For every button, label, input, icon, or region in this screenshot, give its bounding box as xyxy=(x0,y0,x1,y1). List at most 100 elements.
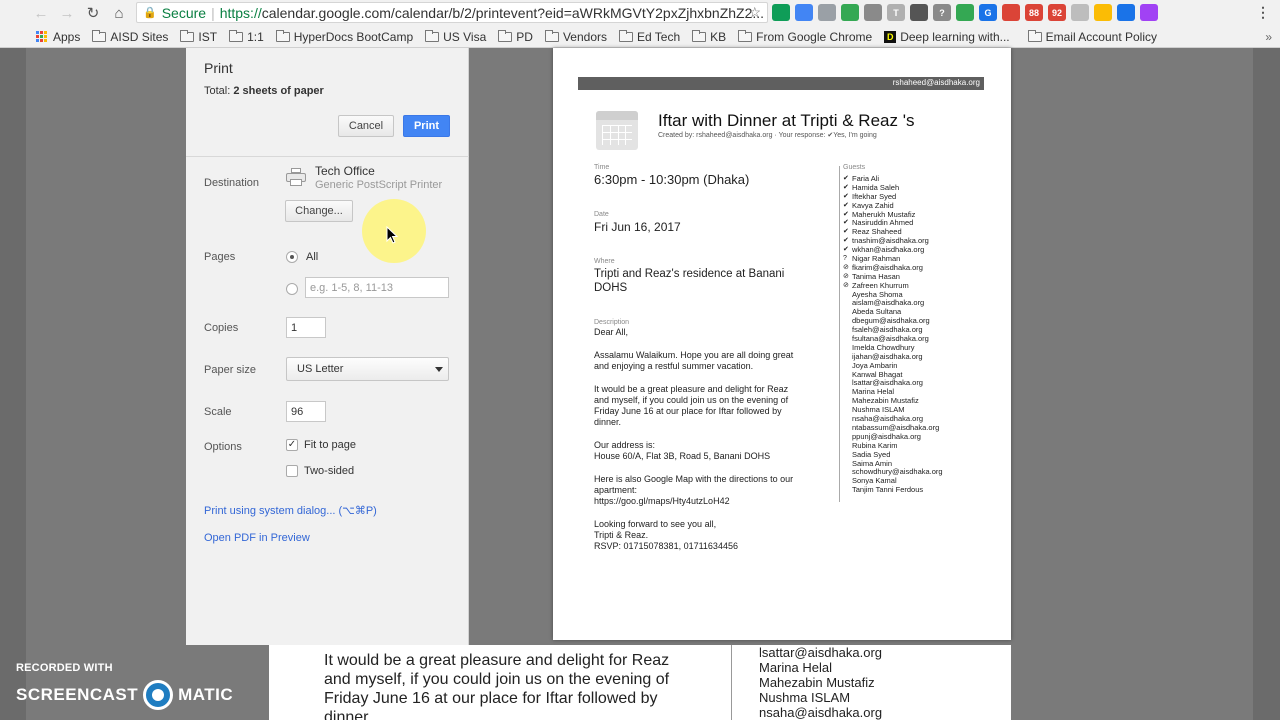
folder-icon xyxy=(229,29,244,42)
pages-all-radio[interactable] xyxy=(286,251,298,263)
ext-clock-icon[interactable] xyxy=(1071,4,1089,21)
bookmark-folder[interactable]: From Google Chrome xyxy=(738,29,872,44)
description-line: and enjoying a restful summer vacation. xyxy=(594,361,754,371)
description-line: dinner. xyxy=(594,417,622,427)
change-destination-button[interactable]: Change... xyxy=(285,200,353,222)
bookmark-star-icon[interactable]: ☆ xyxy=(748,4,761,21)
bookmark-folder[interactable]: PD xyxy=(498,29,533,44)
ext-grey-icon[interactable] xyxy=(818,4,836,21)
pages-label: Pages xyxy=(204,251,236,263)
apps-grid-icon xyxy=(36,30,48,43)
where-label: Where xyxy=(594,258,615,265)
ext-help-icon[interactable]: ? xyxy=(933,4,951,21)
bookmark-folder[interactable]: Ed Tech xyxy=(619,29,681,44)
folder-icon xyxy=(692,29,707,42)
description-paragraph: Here is also Google Map with the directi… xyxy=(594,474,826,507)
bookmark-folder[interactable]: Vendors xyxy=(544,29,607,44)
folder-icon xyxy=(619,29,633,42)
ext-drive-icon[interactable] xyxy=(1094,4,1112,21)
ext-pocket-icon[interactable] xyxy=(864,4,882,21)
fit-to-page-label: Fit to page xyxy=(304,439,356,451)
ext-red-icon[interactable] xyxy=(1002,4,1020,21)
lock-icon: 🔒 xyxy=(143,7,157,19)
description-line: House 60/A, Flat 3B, Road 5, Banani DOHS xyxy=(594,451,771,461)
open-pdf-link[interactable]: Open PDF in Preview xyxy=(204,532,310,544)
print-button[interactable]: Print xyxy=(403,115,450,137)
guest-list: ✔ Faria Ali ✔ Hamida Saleh ✔ Iftekhar Syed ✔ Ka… xyxy=(843,174,943,495)
options-label: Options xyxy=(204,441,242,453)
check-icon: ✔ xyxy=(843,246,849,254)
bookmark-email-policy[interactable]: Email Account Policy xyxy=(1027,29,1158,44)
ext-blue-icon[interactable] xyxy=(795,4,813,21)
bookmarks-overflow-icon[interactable]: » xyxy=(1265,30,1272,44)
scale-input[interactable] xyxy=(286,401,326,422)
bookmarks-bar: Apps AISD Sites IST 1:1 HyperDocs BootCamp U… xyxy=(0,26,1280,48)
ext-meet-icon[interactable] xyxy=(1117,4,1135,21)
ext-gmail-92-icon[interactable]: 92 xyxy=(1048,4,1066,21)
browser-menu-icon[interactable]: ⋮ xyxy=(1256,4,1270,21)
pages-range-input[interactable] xyxy=(305,277,449,298)
description-paragraph: It would be a great pleasure and delight… xyxy=(594,384,826,428)
folder-icon xyxy=(180,29,195,42)
printer-name: Tech Office xyxy=(315,164,375,178)
ext-g-icon[interactable]: G xyxy=(979,4,997,21)
ext-chrome-icon[interactable] xyxy=(841,4,859,21)
secure-label: Secure xyxy=(161,4,207,21)
bookmark-apps-label: Apps xyxy=(53,29,81,44)
copies-input[interactable] xyxy=(286,317,326,338)
ext-film-icon[interactable] xyxy=(910,4,928,21)
extension-icons: T? G 88 92 xyxy=(772,4,1158,21)
scale-label: Scale xyxy=(204,406,232,418)
paper-size-select[interactable]: US Letter xyxy=(286,357,449,381)
check-icon: ✔ xyxy=(843,219,849,227)
url-scheme: https:// xyxy=(219,4,262,21)
ext-leaf-icon[interactable] xyxy=(956,4,974,21)
bookmark-folder[interactable]: 1:1 xyxy=(229,29,264,44)
watermark-recorded-with: RECORDED WITH xyxy=(16,662,113,674)
description-paragraph: Dear All, xyxy=(594,327,826,338)
declined-icon: ⊘ xyxy=(843,281,849,289)
bookmark-folder[interactable]: HyperDocs BootCamp xyxy=(275,29,413,44)
time-label: Time xyxy=(594,164,610,171)
address-bar[interactable]: 🔒 Secure | https:// calendar.google.com/… xyxy=(136,2,768,23)
home-icon[interactable]: ⌂ xyxy=(106,1,132,25)
description-line: Here is also Google Map with the directi… xyxy=(594,474,794,484)
pages-custom-radio[interactable] xyxy=(286,283,298,295)
ext-purple-icon[interactable] xyxy=(1140,4,1158,21)
forward-arrow-icon[interactable]: → xyxy=(54,1,80,25)
check-icon: ✔ xyxy=(843,183,849,191)
bookmark-deep-learning[interactable]: D Deep learning with... xyxy=(884,30,1010,44)
bookmark-folder[interactable]: KB xyxy=(692,29,726,44)
system-dialog-link[interactable]: Print using system dialog... (⌥⌘P) xyxy=(204,504,377,517)
bookmark-folder[interactable]: IST xyxy=(180,29,217,44)
description-line: Looking forward to see you all, xyxy=(594,519,717,529)
destination-label: Destination xyxy=(204,177,260,189)
screencast-logo-icon xyxy=(143,680,174,710)
divider xyxy=(186,156,469,157)
bookmark-folder[interactable]: US Visa xyxy=(425,29,486,44)
bookmark-email-policy-label: Email Account Policy xyxy=(1045,29,1158,44)
total-prefix: Total: xyxy=(204,85,234,97)
two-sided-label: Two-sided xyxy=(304,465,355,477)
description-line: https://goo.gl/maps/Hty4utzLoH42 xyxy=(594,496,730,506)
ext-t-icon[interactable]: T xyxy=(887,4,905,21)
ext-gmail-88-icon[interactable]: 88 xyxy=(1025,4,1043,21)
fit-to-page-checkbox[interactable]: ✓ xyxy=(286,439,298,451)
bookmark-folder-label: Vendors xyxy=(562,29,607,44)
behind-divider xyxy=(731,645,732,720)
watermark-brand-left: SCREENCAST xyxy=(16,685,139,704)
reload-icon[interactable]: ↻ xyxy=(80,1,106,25)
event-date: Fri Jun 16, 2017 xyxy=(594,220,681,234)
back-arrow-icon[interactable]: ← xyxy=(28,1,54,25)
pages-all-label: All xyxy=(306,251,319,263)
description-line: Tripti & Reaz. xyxy=(594,530,649,540)
bookmark-folder[interactable]: AISD Sites xyxy=(92,29,168,44)
cancel-button[interactable]: Cancel xyxy=(338,115,394,137)
bookmark-apps[interactable]: Apps xyxy=(36,30,80,44)
bookmark-folder-label: Ed Tech xyxy=(637,29,681,44)
check-icon: ✔ xyxy=(843,210,849,218)
ext-green-icon[interactable] xyxy=(772,4,790,21)
address-separator: | xyxy=(211,4,215,21)
two-sided-checkbox[interactable] xyxy=(286,465,298,477)
guest-name: Tanjim Tanni Ferdous xyxy=(852,485,924,495)
